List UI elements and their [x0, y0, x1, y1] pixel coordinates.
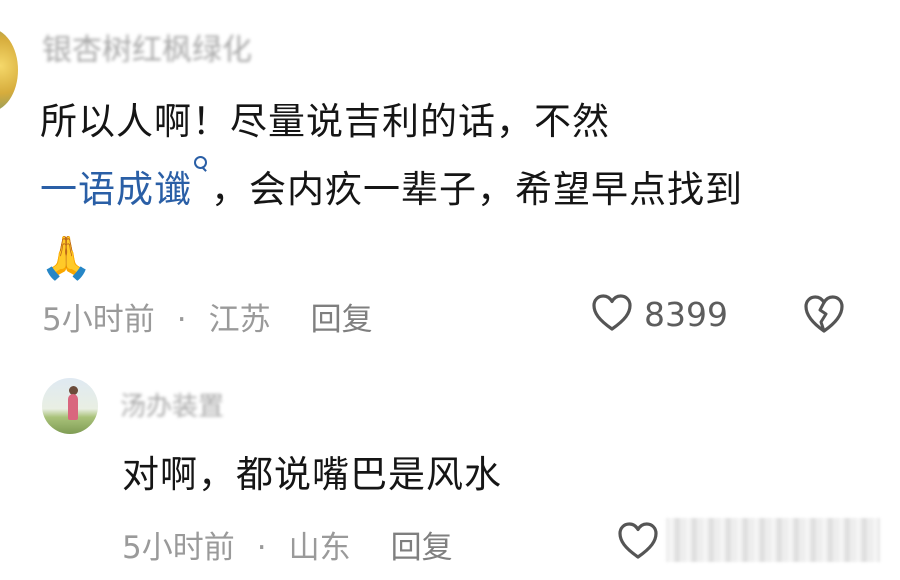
comment-meta: 5小时前 · 山东 回复	[122, 522, 453, 567]
reply-button[interactable]: 回复	[311, 294, 373, 339]
heart-outline-icon[interactable]	[617, 521, 659, 561]
meta-separator: ·	[256, 530, 267, 566]
comment-text: 对啊，都说嘴巴是风水	[122, 453, 502, 496]
comment-text-line: 所以人啊！尽量说吉利的话，不然	[40, 100, 610, 143]
comment-text: 所以人啊！尽量说吉利的话，不然 一语成谶 ，会内疚一辈子，希望早点找到 🙏	[40, 88, 880, 296]
watermark-noise	[666, 518, 880, 562]
comment-time: 5小时前	[42, 302, 155, 338]
comment-username[interactable]: 汤办装置	[120, 386, 224, 423]
heart-outline-icon[interactable]	[591, 293, 633, 333]
reply-button[interactable]: 回复	[391, 522, 453, 567]
search-icon[interactable]	[193, 156, 207, 180]
comment-text-line: ，会内疚一辈子，希望早点找到	[211, 168, 743, 211]
comment-location: 江苏	[208, 302, 271, 338]
comment-time: 5小时前	[122, 530, 235, 566]
pray-emoji-icon: 🙏	[40, 233, 94, 282]
like-count: 8399	[644, 295, 728, 334]
avatar[interactable]	[0, 28, 18, 112]
search-link[interactable]: 一语成谶	[40, 168, 192, 211]
meta-separator: ·	[176, 302, 187, 338]
comment-meta: 5小时前 · 江苏 回复	[42, 294, 373, 339]
broken-heart-icon[interactable]	[802, 293, 846, 335]
avatar[interactable]	[42, 378, 98, 434]
comment-location: 山东	[288, 530, 351, 566]
comment-username[interactable]: 银杏树红枫绿化	[42, 28, 252, 62]
